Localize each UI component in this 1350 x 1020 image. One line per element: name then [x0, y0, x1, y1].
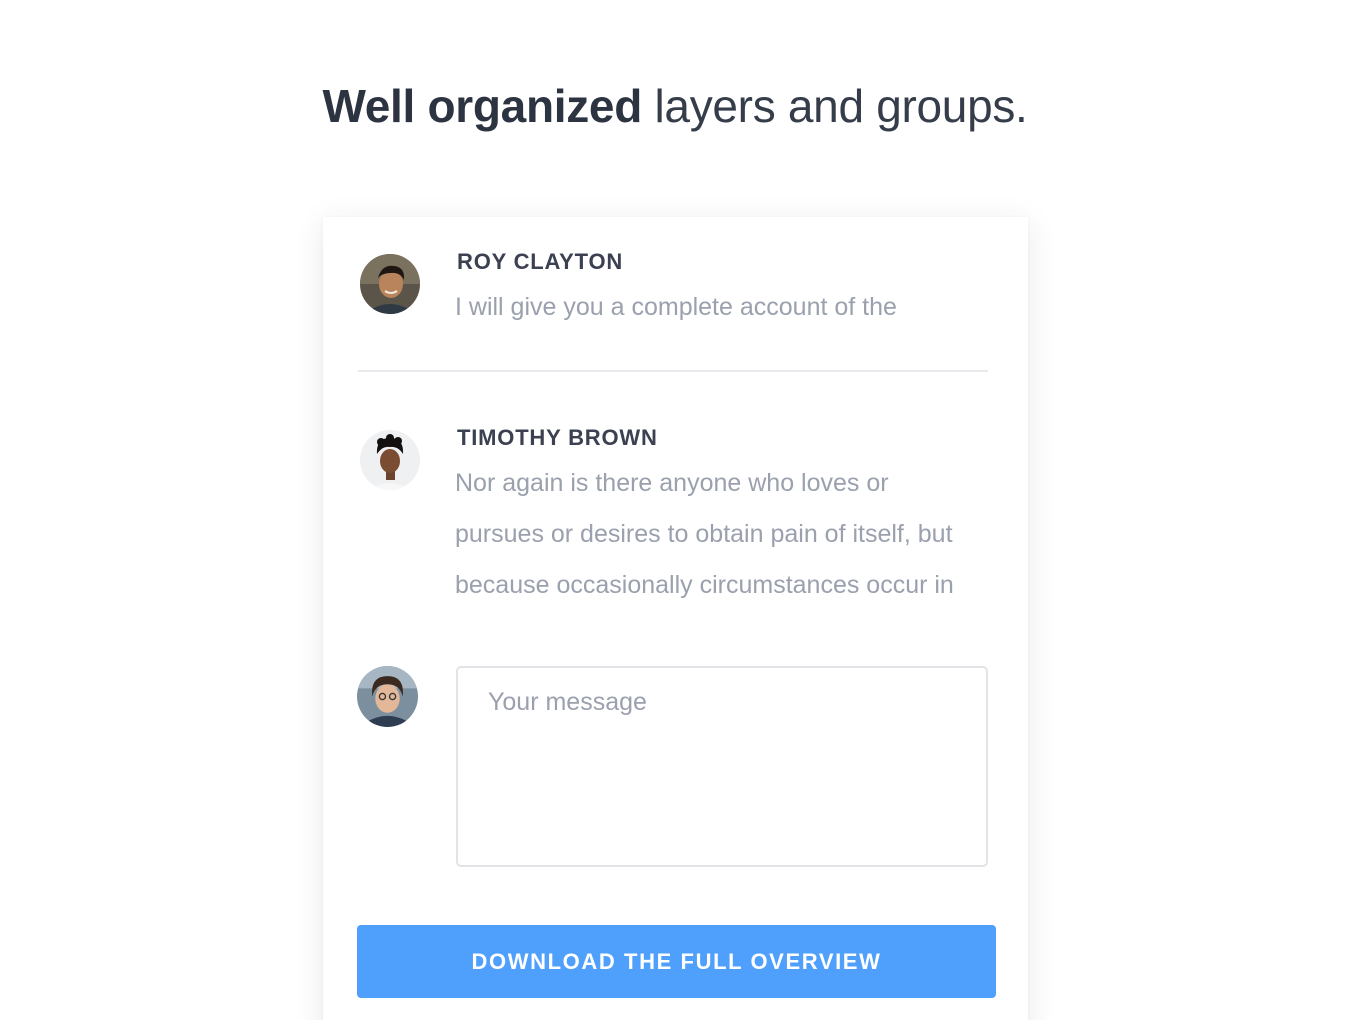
comment-author[interactable]: TIMOTHY BROWN: [457, 425, 658, 451]
comment-text-line: Nor again is there anyone who loves or: [455, 469, 889, 497]
comment-text-line: pursues or desires to obtain pain of its…: [455, 520, 953, 548]
comment-text-line: because occasionally circumstances occur…: [455, 571, 954, 599]
divider: [358, 370, 988, 372]
comments-card: ROY CLAYTON I will give you a complete a…: [323, 217, 1028, 1020]
avatar-photo-icon: [360, 430, 420, 490]
avatar-timothy-brown[interactable]: [360, 430, 420, 490]
avatar-photo-icon: [360, 254, 420, 314]
avatar-photo-icon: [357, 666, 418, 727]
download-overview-button[interactable]: DOWNLOAD THE FULL OVERVIEW: [357, 925, 996, 998]
page: Well organized layers and groups. ROY CL…: [0, 0, 1350, 1020]
comment-text-line: I will give you a complete account of th…: [455, 293, 897, 321]
message-input[interactable]: [456, 666, 988, 867]
avatar-roy-clayton[interactable]: [360, 254, 420, 314]
page-title: Well organized layers and groups.: [0, 76, 1350, 136]
page-title-rest: layers and groups.: [642, 80, 1028, 132]
comment-author[interactable]: ROY CLAYTON: [457, 249, 623, 275]
page-title-bold: Well organized: [322, 80, 643, 132]
avatar-current-user[interactable]: [357, 666, 418, 727]
